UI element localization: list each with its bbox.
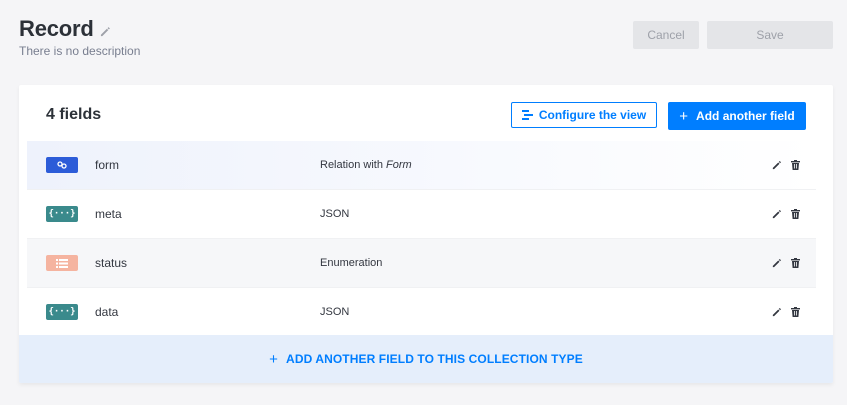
trash-icon[interactable]	[790, 307, 800, 317]
fields-panel: 4 fields Configure the view + Add anothe…	[19, 85, 833, 383]
fields-list: form Relation with Form {···} meta JSON	[19, 141, 833, 336]
pencil-icon[interactable]	[100, 26, 111, 37]
plus-icon: +	[679, 107, 689, 125]
plus-icon: +	[269, 350, 279, 368]
trash-icon[interactable]	[790, 258, 800, 268]
add-another-field-button[interactable]: + Add another field	[668, 102, 806, 130]
list-settings-icon	[521, 110, 533, 120]
add-another-field-label: Add another field	[696, 109, 795, 123]
trash-icon[interactable]	[790, 209, 800, 219]
field-type: Relation with Form	[320, 159, 412, 171]
page-header: Record There is no description	[19, 16, 140, 58]
field-type: JSON	[320, 208, 350, 220]
field-name: meta	[95, 207, 122, 221]
title-row: Record	[19, 16, 140, 42]
row-actions	[772, 307, 800, 317]
trash-icon[interactable]	[790, 160, 800, 170]
field-row-meta[interactable]: {···} meta JSON	[27, 190, 816, 239]
field-name: form	[95, 158, 119, 172]
add-field-to-collection-label: ADD ANOTHER FIELD TO THIS COLLECTION TYP…	[286, 352, 583, 366]
json-icon: {···}	[46, 304, 78, 320]
relation-icon	[46, 157, 78, 173]
field-row-status[interactable]: status Enumeration	[27, 239, 816, 288]
json-icon: {···}	[46, 206, 78, 222]
row-actions	[772, 258, 800, 268]
field-row-form[interactable]: form Relation with Form	[27, 141, 816, 190]
configure-view-label: Configure the view	[538, 108, 647, 122]
pencil-icon[interactable]	[772, 307, 782, 317]
field-name: data	[95, 305, 119, 319]
save-button[interactable]: Save	[707, 21, 833, 49]
fields-count: 4 fields	[46, 106, 102, 123]
enumeration-icon	[46, 255, 78, 271]
row-actions	[772, 209, 800, 219]
page-title: Record	[19, 16, 94, 41]
pencil-icon[interactable]	[772, 160, 782, 170]
field-type: Enumeration	[320, 257, 383, 269]
row-actions	[772, 160, 800, 170]
field-name: status	[95, 256, 128, 270]
add-field-to-collection-button[interactable]: + ADD ANOTHER FIELD TO THIS COLLECTION T…	[19, 335, 833, 383]
pencil-icon[interactable]	[772, 258, 782, 268]
cancel-button[interactable]: Cancel	[633, 21, 699, 49]
configure-view-button[interactable]: Configure the view	[511, 102, 657, 128]
pencil-icon[interactable]	[772, 209, 782, 219]
field-type: JSON	[320, 306, 350, 318]
panel-header: 4 fields Configure the view + Add anothe…	[19, 85, 833, 141]
page-description: There is no description	[19, 44, 141, 58]
field-row-data[interactable]: {···} data JSON	[27, 288, 816, 336]
